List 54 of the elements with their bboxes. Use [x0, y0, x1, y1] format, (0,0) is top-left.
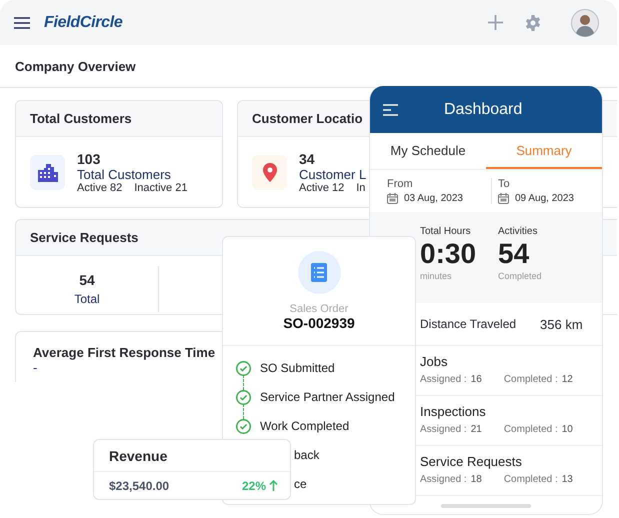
inactive-count: Inactive 21 [134, 182, 188, 194]
date-label: From [387, 178, 414, 190]
completed-count: Completed : 10 [504, 424, 573, 435]
stat-value: 54 [79, 272, 95, 288]
date-value[interactable]: 03 Aug, 2023 [404, 193, 463, 204]
menu-icon[interactable] [14, 16, 30, 28]
activity-name: Service Requests [420, 454, 523, 469]
stat-label: Total Hours [420, 226, 472, 237]
count: 34 [299, 151, 316, 167]
plus-icon[interactable] [488, 15, 503, 30]
calendar-icon [498, 193, 509, 204]
dashboard-title: Dashboard [444, 100, 522, 118]
revenue-change: 22% [242, 479, 266, 493]
response-time-value: - [33, 360, 38, 375]
date-value[interactable]: 09 Aug, 2023 [515, 193, 574, 204]
card-title: Total Customers [16, 101, 222, 137]
completed-count: Completed : 12 [504, 374, 573, 385]
assigned-count: Assigned : 16 [420, 374, 482, 385]
step-label: Service Partner Assigned [260, 390, 395, 404]
active-count: Active 82 [77, 182, 122, 194]
sales-order-label: Sales Order [290, 303, 348, 315]
count: 103 [77, 151, 102, 167]
sales-order-number: SO-002939 [283, 315, 355, 331]
distance-value: 356 km [540, 316, 583, 332]
stat-unit: minutes [420, 271, 453, 281]
count-label: Total Customers [77, 167, 172, 182]
step-label: SO Submitted [260, 361, 335, 375]
assigned-count: Assigned : 21 [420, 424, 482, 435]
up-arrow-icon [269, 480, 278, 492]
date-label: To [498, 178, 511, 190]
step-label: ce [294, 477, 307, 491]
stat-unit: Completed [498, 271, 543, 281]
building-icon [38, 164, 58, 182]
list-icon [311, 263, 327, 282]
stat-label: Activities [498, 226, 538, 237]
calendar-icon [387, 193, 398, 204]
logo: FieldCircle [44, 14, 123, 32]
completed-count: Completed : 13 [504, 474, 573, 485]
card-title: Average First Response Time [33, 345, 216, 360]
active-count: Active 12 [299, 182, 344, 194]
distance-label: Distance Traveled [420, 317, 516, 331]
activity-name: Jobs [420, 354, 448, 369]
revenue-title: Revenue [94, 440, 290, 472]
count-label: Customer L [299, 167, 366, 182]
assigned-count: Assigned : 18 [420, 474, 482, 485]
step-label: Work Completed [260, 419, 350, 433]
avatar-icon[interactable] [571, 8, 599, 36]
activity-name: Inspections [420, 404, 487, 419]
stat-label: Total [74, 292, 100, 306]
location-pin-icon [262, 163, 276, 182]
inactive-count: In [356, 182, 366, 194]
step-label: back [294, 448, 320, 462]
revenue-amount: $23,540.00 [109, 479, 170, 493]
settings-icon[interactable] [525, 14, 541, 30]
